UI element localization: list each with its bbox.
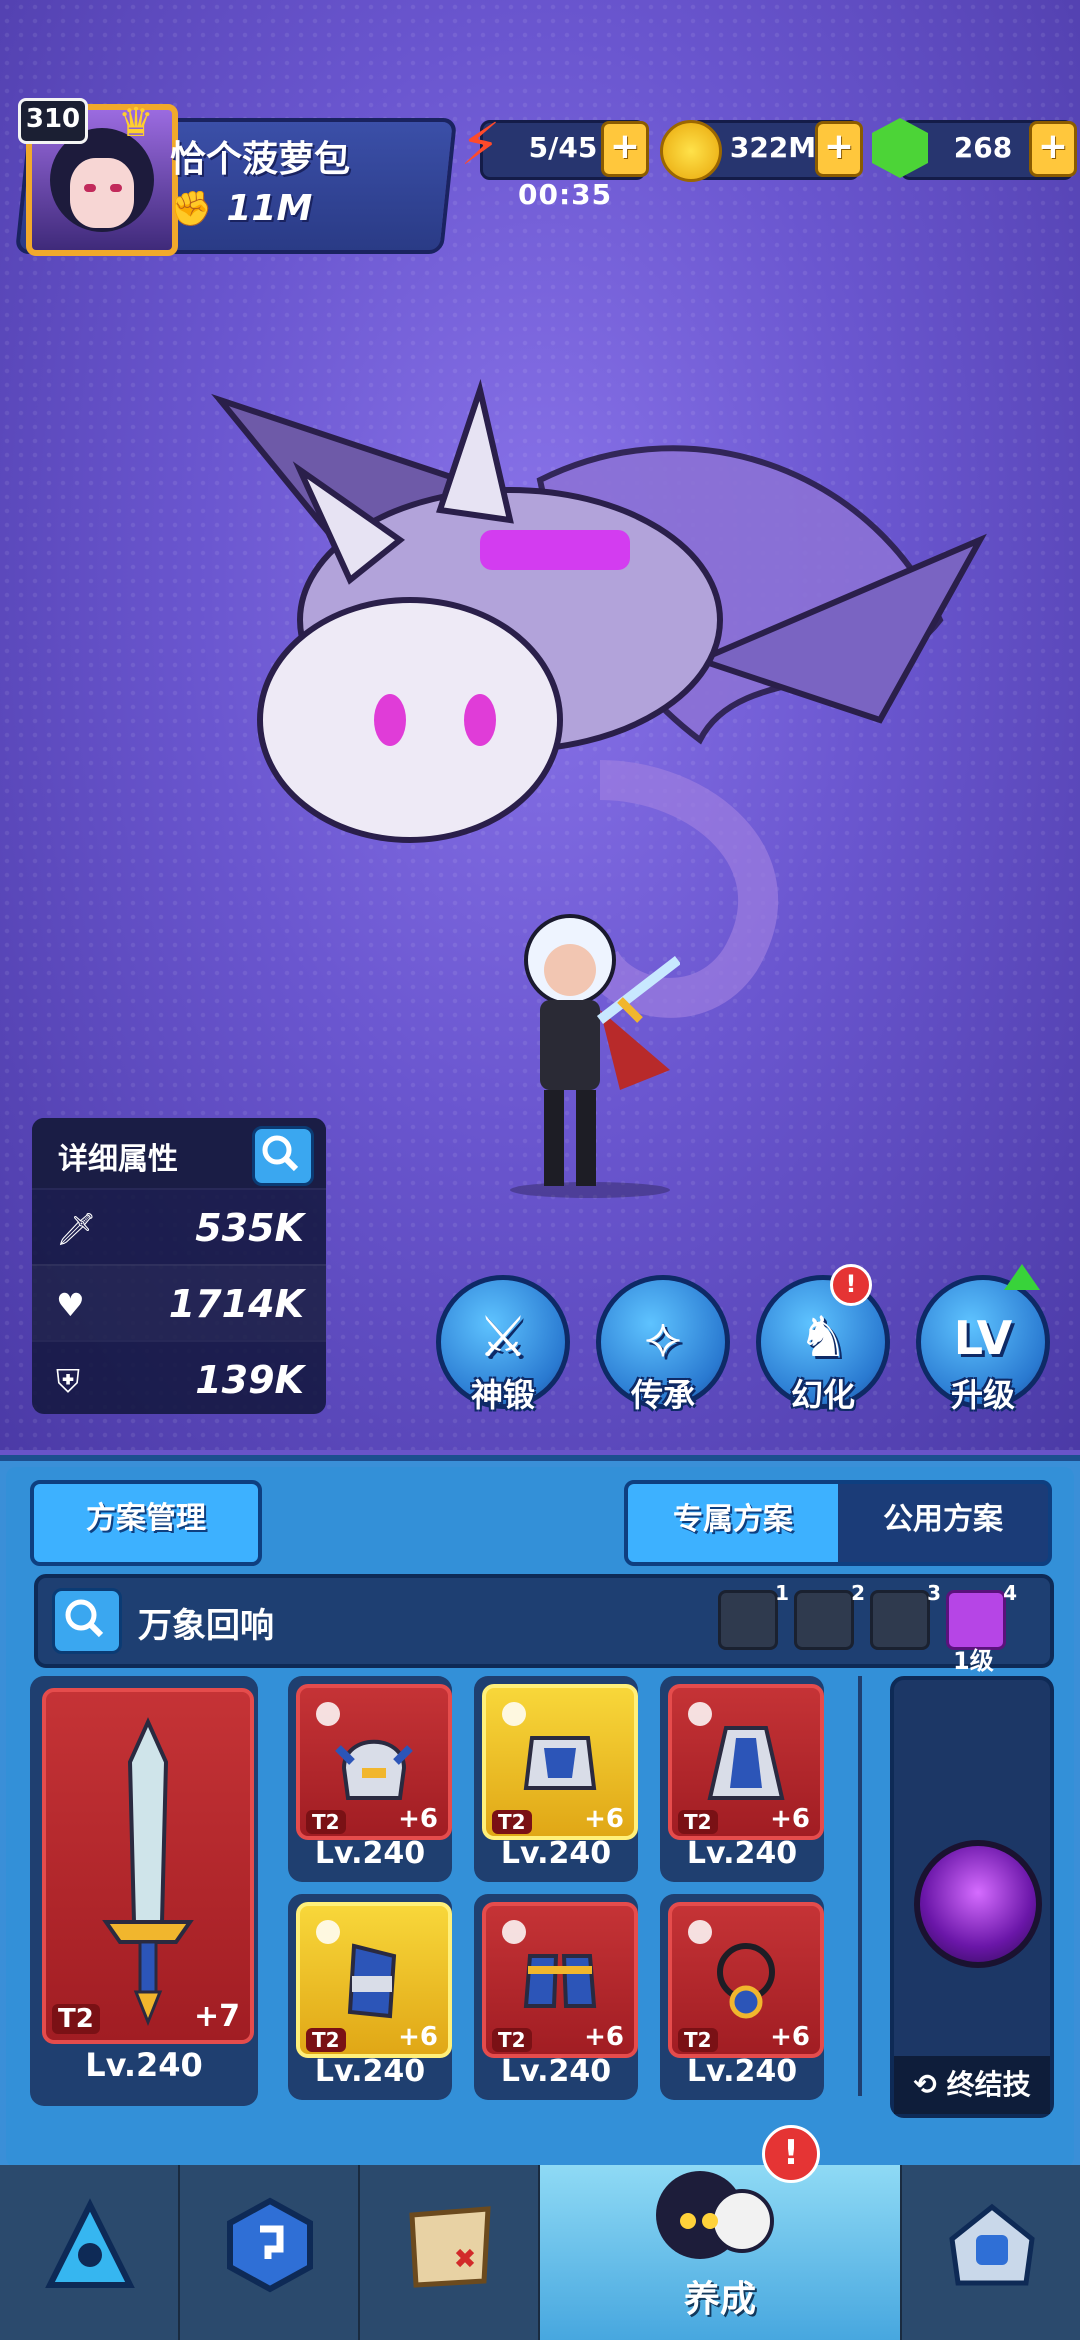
weapon-enhance-level: +7 [193, 1999, 240, 2034]
stats-header: 详细属性 [32, 1118, 326, 1188]
energy-icon: ⚡ [460, 110, 501, 178]
gear-slot-gauntlet[interactable]: T2 +6 Lv.240 [288, 1894, 452, 2100]
develop-alert-badge: ! [762, 2125, 820, 2183]
nav-item-map[interactable] [360, 2165, 542, 2340]
player-level-badge: 310 [18, 98, 88, 144]
equipment-set-bar: 万象回响 1 2 3 4 1级 [34, 1574, 1054, 1675]
gear-level: Lv.240 [500, 1836, 612, 1871]
hp-value: 1714K [168, 1282, 304, 1326]
bottom-navigation: ! 养成 [0, 2125, 1080, 2340]
stat-row-hp: ♥ 1714K [32, 1264, 326, 1340]
divine-forge-button[interactable]: ⚔ 神锻 [436, 1275, 570, 1414]
combat-power-value: 11M [226, 188, 313, 229]
shield-icon: ⛨ [56, 1362, 81, 1400]
magnifier-icon [262, 1135, 299, 1172]
treasure-map-icon [409, 2206, 491, 2288]
gear-level: Lv.240 [686, 1836, 798, 1871]
detailed-stats-panel: 详细属性 🗡 535K ♥ 1714K ⛨ 139K [32, 1118, 326, 1414]
weapon-tier: T2 [52, 2004, 100, 2034]
stats-title: 详细属性 [58, 1142, 178, 1177]
transform-label: 幻化 [790, 1376, 855, 1414]
energy-timer: 00:35 [518, 178, 613, 211]
add-gold-button[interactable]: + [815, 121, 863, 177]
boots-icon [523, 1954, 597, 2008]
gear-level: Lv.240 [500, 2054, 612, 2089]
nav-item-dungeon[interactable] [0, 2165, 182, 2340]
fist-icon: ✊ [170, 188, 213, 229]
gear-slot-armor[interactable]: T2 +6 Lv.240 [474, 1676, 638, 1882]
crown-icon: ♛ [118, 100, 154, 146]
gold-value: 322M [729, 131, 817, 164]
gear-level: Lv.240 [314, 2054, 426, 2089]
upgrade-label: 升级 [950, 1376, 1015, 1414]
nav-label-develop: 养成 [683, 2279, 756, 2320]
plan-management-button[interactable]: 方案管理 [30, 1480, 262, 1566]
set-bonus-slot-3[interactable]: 3 [870, 1581, 941, 1650]
weapon-sword-icon [102, 1717, 194, 2027]
upgrade-button[interactable]: LV 升级 [916, 1275, 1050, 1414]
nav-item-develop[interactable]: ! 养成 [540, 2125, 904, 2340]
nav-item-quest[interactable] [180, 2165, 362, 2340]
necklace-icon [717, 1943, 775, 2019]
crystal-tower-icon [45, 2198, 135, 2288]
armor-icon [523, 1736, 597, 1790]
weapon-level: Lv.240 [85, 2046, 203, 2084]
defense-value: 139K [195, 1358, 304, 1402]
set-search-button[interactable] [52, 1588, 122, 1654]
swap-icon: ⟲ [913, 2068, 937, 2101]
panel-divider [858, 1676, 862, 2096]
stat-row-attack: 🗡 535K [32, 1188, 326, 1264]
combat-power: ✊ 11M [170, 188, 312, 229]
stat-row-defense: ⛨ 139K [32, 1340, 326, 1414]
gold-coin-icon [660, 120, 722, 182]
stats-detail-search-button[interactable] [252, 1126, 314, 1186]
equipment-set-name: 万象回响 [138, 1606, 274, 1646]
weapon-slot[interactable]: T2 +7 Lv.240 [30, 1676, 258, 2106]
energy-counter: 5/45 + [480, 120, 649, 180]
tab-public-plan[interactable]: 公用方案 [838, 1484, 1048, 1562]
inherit-label: 传承 [630, 1376, 695, 1414]
transform-button[interactable]: ♞ 幻化 [756, 1275, 890, 1414]
shop-house-icon [949, 2203, 1035, 2286]
hex-card-icon [227, 2197, 313, 2293]
hero-character [510, 914, 680, 1198]
set-bonus-slot-1[interactable]: 1 [718, 1581, 789, 1650]
sword-icon: 🗡 [56, 1210, 97, 1248]
ultimate-skill-slot[interactable]: ⟲ 终结技 [890, 1676, 1054, 2118]
heart-icon: ♥ [56, 1286, 85, 1324]
set-bonus-slot-2[interactable]: 2 [794, 1581, 865, 1650]
gauntlet-icon [347, 1943, 397, 2019]
player-name: 恰个菠萝包 [170, 139, 351, 180]
add-energy-button[interactable]: + [601, 121, 649, 177]
gear-level: Lv.240 [314, 1836, 426, 1871]
ultimate-skill-orb-icon [914, 1840, 1042, 1968]
set-bonus-level: 1级 [953, 1647, 994, 1675]
inherit-button[interactable]: ⟡ 传承 [596, 1275, 730, 1414]
magnifier-icon [65, 1599, 104, 1638]
nav-item-shop[interactable] [902, 2165, 1080, 2340]
set-bonus-slot-4[interactable]: 4 1级 [946, 1581, 1017, 1675]
ultimate-skill-label: ⟲ 终结技 [894, 2056, 1050, 2114]
plan-tabs: 专属方案 公用方案 [624, 1480, 1052, 1566]
gear-level: Lv.240 [686, 2054, 798, 2089]
gear-slot-helmet[interactable]: T2 +6 Lv.240 [288, 1676, 452, 1882]
attack-value: 535K [195, 1206, 304, 1250]
energy-value: 5/45 [528, 131, 598, 164]
gear-slot-cape[interactable]: T2 +6 Lv.240 [660, 1676, 824, 1882]
gear-slot-necklace[interactable]: T2 +6 Lv.240 [660, 1894, 824, 2100]
tab-exclusive-plan[interactable]: 专属方案 [628, 1484, 838, 1562]
helmet-icon [335, 1739, 413, 1800]
cape-icon [707, 1726, 785, 1800]
gear-slot-boots[interactable]: T2 +6 Lv.240 [474, 1894, 638, 2100]
upgrade-available-arrow-icon [1004, 1264, 1040, 1290]
divine-forge-label: 神锻 [470, 1376, 535, 1414]
add-gems-button[interactable]: + [1029, 121, 1077, 177]
transform-alert-badge: ! [830, 1264, 872, 1306]
gem-value: 268 [953, 131, 1013, 164]
